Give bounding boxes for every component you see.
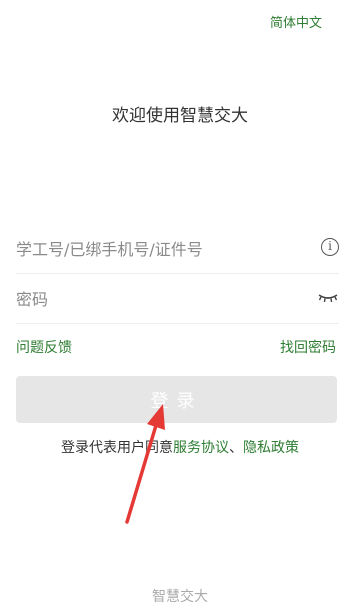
language-switch[interactable]: 简体中文 — [270, 12, 322, 31]
agreement-prefix: 登录代表用户同意 — [61, 440, 173, 456]
password-field — [16, 276, 339, 324]
welcome-title: 欢迎使用智慧交大 — [112, 106, 248, 126]
info-icon[interactable]: i — [321, 238, 339, 256]
account-field: i — [16, 226, 339, 274]
agreement-text: 登录代表用户同意服务协议、隐私政策 — [0, 437, 360, 457]
password-input[interactable] — [16, 276, 306, 322]
forgot-password-link[interactable]: 找回密码 — [280, 337, 336, 357]
feedback-link[interactable]: 问题反馈 — [16, 337, 72, 357]
account-input[interactable] — [16, 226, 306, 272]
privacy-policy-link[interactable]: 隐私政策 — [243, 440, 299, 456]
service-agreement-link[interactable]: 服务协议 — [173, 440, 229, 456]
eye-closed-icon[interactable] — [317, 290, 339, 304]
footer-brand: 智慧交大 — [152, 589, 208, 605]
login-button[interactable]: 登录 — [16, 376, 337, 423]
agreement-separator: 、 — [229, 440, 243, 456]
